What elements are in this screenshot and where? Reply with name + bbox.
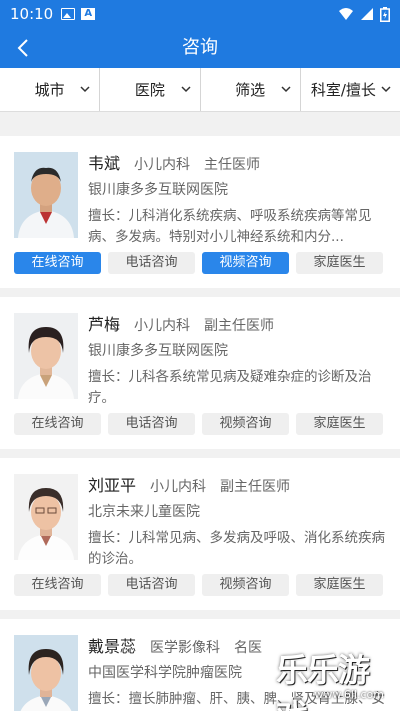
family-doctor-button[interactable]: 家庭医生	[296, 413, 383, 435]
doctor-card[interactable]: 刘亚平 小儿内科 副主任医师 北京未来儿童医院 擅长：儿科常见病、多发病及呼吸、…	[0, 458, 400, 610]
doctor-hospital: 北京未来儿童医院	[88, 504, 200, 520]
family-doctor-button[interactable]: 家庭医生	[296, 574, 383, 596]
filter-hospital[interactable]: 医院	[100, 68, 201, 111]
doctor-department: 医学影像科	[150, 640, 221, 656]
online-consult-button[interactable]: 在线咨询	[14, 574, 101, 596]
filter-label: 医院	[134, 81, 165, 99]
doctor-hospital: 中国医学科学院肿瘤医院	[88, 665, 242, 681]
doctor-card[interactable]: 芦梅 小儿内科 副主任医师 银川康多多互联网医院 擅长：儿科各系统常见病及疑难杂…	[0, 297, 400, 449]
chevron-down-icon	[180, 86, 191, 93]
doctor-title: 副主任医师	[220, 479, 291, 495]
wifi-icon	[339, 8, 353, 20]
battery-icon	[380, 6, 390, 22]
doctor-hospital: 银川康多多互联网医院	[88, 182, 228, 198]
video-consult-button[interactable]: 视频咨询	[202, 574, 289, 596]
filter-label: 筛选	[235, 81, 266, 99]
chevron-down-icon	[281, 86, 291, 93]
chevron-down-icon	[381, 86, 391, 93]
consult-buttons: 在线咨询 电话咨询 视频咨询 家庭医生	[14, 413, 383, 435]
doctor-header: 戴景蕊 医学影像科 名医	[88, 633, 276, 657]
consult-buttons: 在线咨询 电话咨询 视频咨询 家庭医生	[14, 574, 383, 596]
doctor-department: 小儿内科	[134, 318, 191, 334]
video-consult-button[interactable]: 视频咨询	[202, 252, 289, 274]
doctor-photo	[14, 313, 78, 399]
doctor-hospital: 银川康多多互联网医院	[88, 343, 228, 359]
online-consult-button[interactable]: 在线咨询	[14, 413, 101, 435]
video-consult-button[interactable]: 视频咨询	[202, 413, 289, 435]
title-bar: 咨询	[0, 28, 400, 68]
phone-consult-button[interactable]: 电话咨询	[108, 252, 195, 274]
watermark-url: www.6ll.com	[314, 688, 384, 701]
filter-bar: 城市 医院 筛选 科室/擅长	[0, 68, 400, 112]
doctor-card[interactable]: 韦斌 小儿内科 主任医师 银川康多多互联网医院 擅长：儿科消化系统疾病、呼吸系统…	[0, 136, 400, 288]
doctor-name: 刘亚平	[88, 476, 137, 495]
doctor-title: 主任医师	[204, 157, 261, 173]
doctor-photo	[14, 474, 78, 560]
doctor-photo	[14, 635, 78, 711]
doctor-department: 小儿内科	[150, 479, 207, 495]
doctor-header: 韦斌 小儿内科 主任医师	[88, 150, 274, 174]
watermark-logo: 乐乐游戏 www.6ll.com	[276, 645, 394, 711]
doctor-title: 副主任医师	[204, 318, 275, 334]
doctor-header: 芦梅 小儿内科 副主任医师	[88, 311, 288, 335]
status-time: 10:10	[10, 5, 54, 23]
filter-label: 城市	[34, 81, 65, 99]
phone-consult-button[interactable]: 电话咨询	[108, 574, 195, 596]
doctor-name: 韦斌	[88, 154, 121, 173]
filter-department[interactable]: 科室/擅长	[301, 68, 400, 111]
watermark-text: 乐乐游戏	[276, 651, 370, 711]
doctor-specialty: 擅长：儿科常见病、多发病及呼吸、消化系统疾病的诊治。	[88, 530, 385, 567]
app-notification-icon: A	[81, 8, 96, 20]
doctor-header: 刘亚平 小儿内科 副主任医师	[88, 472, 304, 496]
family-doctor-button[interactable]: 家庭医生	[296, 252, 383, 274]
doctor-photo	[14, 152, 78, 238]
doctor-name: 戴景蕊	[88, 637, 137, 656]
consult-buttons: 在线咨询 电话咨询 视频咨询 家庭医生	[14, 252, 383, 274]
filter-screen[interactable]: 筛选	[201, 68, 301, 111]
phone-consult-button[interactable]: 电话咨询	[108, 413, 195, 435]
signal-icon	[361, 8, 373, 20]
online-consult-button[interactable]: 在线咨询	[14, 252, 101, 274]
filter-city[interactable]: 城市	[0, 68, 101, 111]
doctor-title: 名医	[234, 640, 263, 656]
chevron-down-icon	[80, 86, 90, 93]
doctor-specialty: 擅长：儿科各系统常见病及疑难杂症的诊断及治疗。	[88, 369, 372, 406]
status-bar: 10:10 A	[0, 0, 400, 28]
doctor-department: 小儿内科	[134, 157, 191, 173]
doctor-specialty: 擅长：儿科消化系统疾病、呼吸系统疾病等常见病、多发病。特别对小儿神经系统和内分.…	[88, 208, 372, 245]
page-title: 咨询	[182, 37, 218, 58]
gallery-notification-icon	[61, 8, 76, 20]
filter-label: 科室/擅长	[310, 81, 376, 99]
doctor-name: 芦梅	[88, 315, 121, 334]
